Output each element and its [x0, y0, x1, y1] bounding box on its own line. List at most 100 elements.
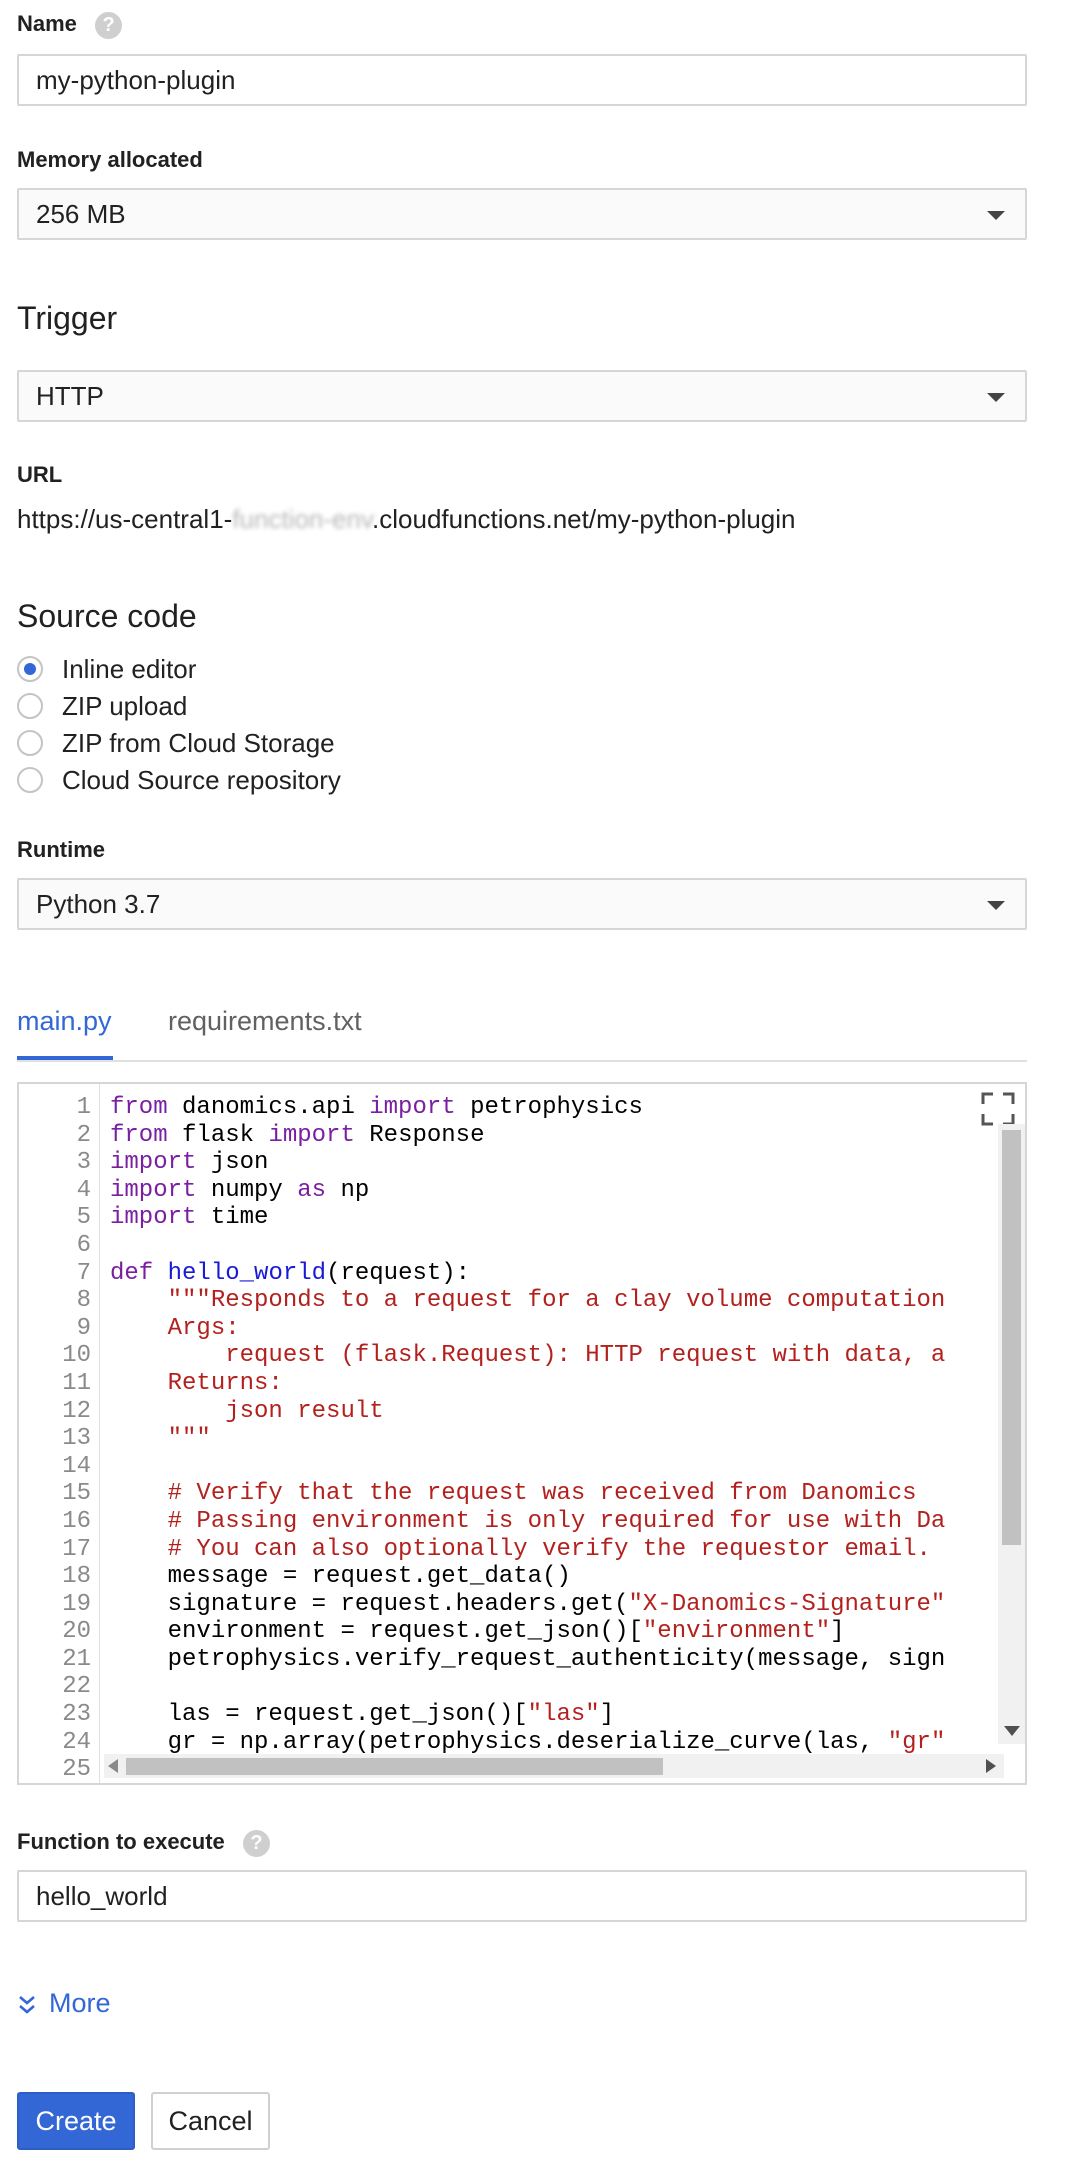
- line-number: 4: [76, 1176, 91, 1204]
- code-line: 5 import time: [19, 1204, 994, 1232]
- tab-requirements-txt[interactable]: requirements.txt: [168, 1006, 362, 1037]
- line-number: 16: [62, 1507, 91, 1535]
- radio-zip-upload[interactable]: ZIP upload: [17, 689, 187, 723]
- redacted-text: function-env: [232, 504, 373, 534]
- cancel-button[interactable]: Cancel: [151, 2092, 270, 2150]
- line-number: 14: [62, 1452, 91, 1480]
- line-number: 5: [76, 1204, 91, 1232]
- horizontal-scroll-thumb[interactable]: [126, 1758, 663, 1775]
- help-icon[interactable]: ?: [95, 11, 123, 39]
- memory-select[interactable]: 256 MB: [17, 188, 1027, 240]
- radio-cloud-source-repository[interactable]: Cloud Source repository: [17, 763, 341, 797]
- line-number: 19: [62, 1590, 91, 1618]
- code-line: 8 """Responds to a request for a clay vo…: [19, 1287, 994, 1315]
- code-line: 11 Returns:: [19, 1370, 994, 1398]
- line-number: 12: [62, 1397, 91, 1425]
- fullscreen-icon[interactable]: [981, 1092, 1015, 1126]
- line-number: 25: [62, 1756, 91, 1784]
- line-number: 22: [62, 1673, 91, 1701]
- line-number: 2: [76, 1121, 91, 1149]
- code-editor[interactable]: 1 from danomics.api import petrophysics 2 f…: [17, 1082, 1027, 1785]
- name-input[interactable]: my-python-plugin: [17, 54, 1027, 106]
- help-icon[interactable]: ?: [242, 1829, 270, 1857]
- line-number: 21: [62, 1645, 91, 1673]
- code-text: petrophysics.verify_request_authenticity…: [110, 1645, 946, 1673]
- code-text: def hello_world(request):: [110, 1259, 471, 1287]
- url-label: URL: [17, 462, 63, 487]
- trigger-select[interactable]: HTTP: [17, 370, 1027, 422]
- more-link[interactable]: More: [17, 1988, 111, 2019]
- line-number: 6: [76, 1231, 91, 1259]
- trigger-heading: Trigger: [17, 300, 118, 336]
- code-line: 2 from flask import Response: [19, 1122, 994, 1150]
- code-text: import numpy as np: [110, 1176, 370, 1204]
- code-text: import json: [110, 1149, 269, 1177]
- function-input[interactable]: hello_world: [17, 1870, 1027, 1922]
- dropdown-caret-icon: [987, 901, 1005, 910]
- radio-icon: [17, 730, 43, 757]
- line-number: 18: [62, 1563, 91, 1591]
- code-line: 15 # Verify that the request was receive…: [19, 1480, 994, 1508]
- scroll-down-arrow-icon[interactable]: [1004, 1726, 1020, 1736]
- code-line: 9 Args:: [19, 1315, 994, 1343]
- code-line: 3 import json: [19, 1149, 994, 1177]
- code-line: 16 # Passing environment is only require…: [19, 1508, 994, 1536]
- code-text: from flask import Response: [110, 1121, 485, 1149]
- vertical-scroll-thumb[interactable]: [1002, 1130, 1021, 1545]
- function-url[interactable]: https://us-central1-function-env.cloudfu…: [17, 504, 796, 535]
- code-line: 17 # You can also optionally verify the …: [19, 1536, 994, 1564]
- radio-inline-editor[interactable]: Inline editor: [17, 652, 196, 686]
- dropdown-caret-icon: [987, 211, 1005, 220]
- function-label: Function to execute ?: [17, 1829, 270, 1857]
- code-text: Args:: [110, 1314, 240, 1342]
- line-number: 13: [62, 1425, 91, 1453]
- source-code-heading: Source code: [17, 598, 197, 634]
- line-number: 3: [76, 1149, 91, 1177]
- code-text: """: [110, 1425, 211, 1453]
- code-text: Returns:: [110, 1369, 283, 1397]
- line-number: 15: [62, 1480, 91, 1508]
- line-number: 20: [62, 1618, 91, 1646]
- line-number: 24: [62, 1728, 91, 1756]
- line-number: 11: [62, 1369, 91, 1397]
- code-line: 13 """: [19, 1425, 994, 1453]
- code-text: json result: [110, 1397, 384, 1425]
- memory-select-value: 256 MB: [36, 199, 126, 229]
- code-line: 18 message = request.get_data(): [19, 1563, 994, 1591]
- radio-zip-cloud-storage[interactable]: ZIP from Cloud Storage: [17, 726, 335, 760]
- code-text: import time: [110, 1204, 269, 1232]
- code-lines: 1 from danomics.api import petrophysics 2 f…: [19, 1094, 994, 1784]
- code-text: las = request.get_json()["las"]: [110, 1701, 615, 1729]
- name-label: Name ?: [17, 11, 123, 39]
- code-text: # Passing environment is only required f…: [110, 1507, 946, 1535]
- code-line: 6: [19, 1232, 994, 1260]
- code-line: 4 import numpy as np: [19, 1177, 994, 1205]
- code-line: 10 request (flask.Request): HTTP request…: [19, 1342, 994, 1370]
- tab-main-py[interactable]: main.py: [17, 1006, 112, 1037]
- runtime-select[interactable]: Python 3.7: [17, 878, 1027, 930]
- code-text: environment = request.get_json()["enviro…: [110, 1618, 845, 1646]
- runtime-select-value: Python 3.7: [36, 889, 161, 919]
- double-chevron-down-icon: [19, 1995, 35, 2014]
- line-number: 10: [62, 1342, 91, 1370]
- code-text: message = request.get_data(): [110, 1563, 571, 1591]
- code-line: 23 las = request.get_json()["las"]: [19, 1701, 994, 1729]
- code-text: signature = request.headers.get("X-Danom…: [110, 1590, 946, 1618]
- code-text: # You can also optionally verify the req…: [110, 1535, 931, 1563]
- dropdown-caret-icon: [987, 393, 1005, 402]
- tabs-divider: [17, 1060, 1027, 1062]
- code-line: 12 json result: [19, 1398, 994, 1426]
- horizontal-scrollbar[interactable]: [104, 1754, 1004, 1778]
- code-text: # Verify that the request was received f…: [110, 1480, 917, 1508]
- line-number: 23: [62, 1701, 91, 1729]
- scroll-right-arrow-icon[interactable]: [986, 1759, 996, 1773]
- vertical-scrollbar[interactable]: [998, 1124, 1025, 1744]
- line-number: 1: [76, 1094, 91, 1121]
- code-line: 21 petrophysics.verify_request_authentic…: [19, 1646, 994, 1674]
- scroll-left-arrow-icon[interactable]: [108, 1759, 118, 1773]
- code-line: 19 signature = request.headers.get("X-Da…: [19, 1591, 994, 1619]
- runtime-label: Runtime: [17, 837, 105, 862]
- create-button[interactable]: Create: [17, 2092, 135, 2150]
- memory-label: Memory allocated: [17, 147, 203, 172]
- line-number: 9: [76, 1314, 91, 1342]
